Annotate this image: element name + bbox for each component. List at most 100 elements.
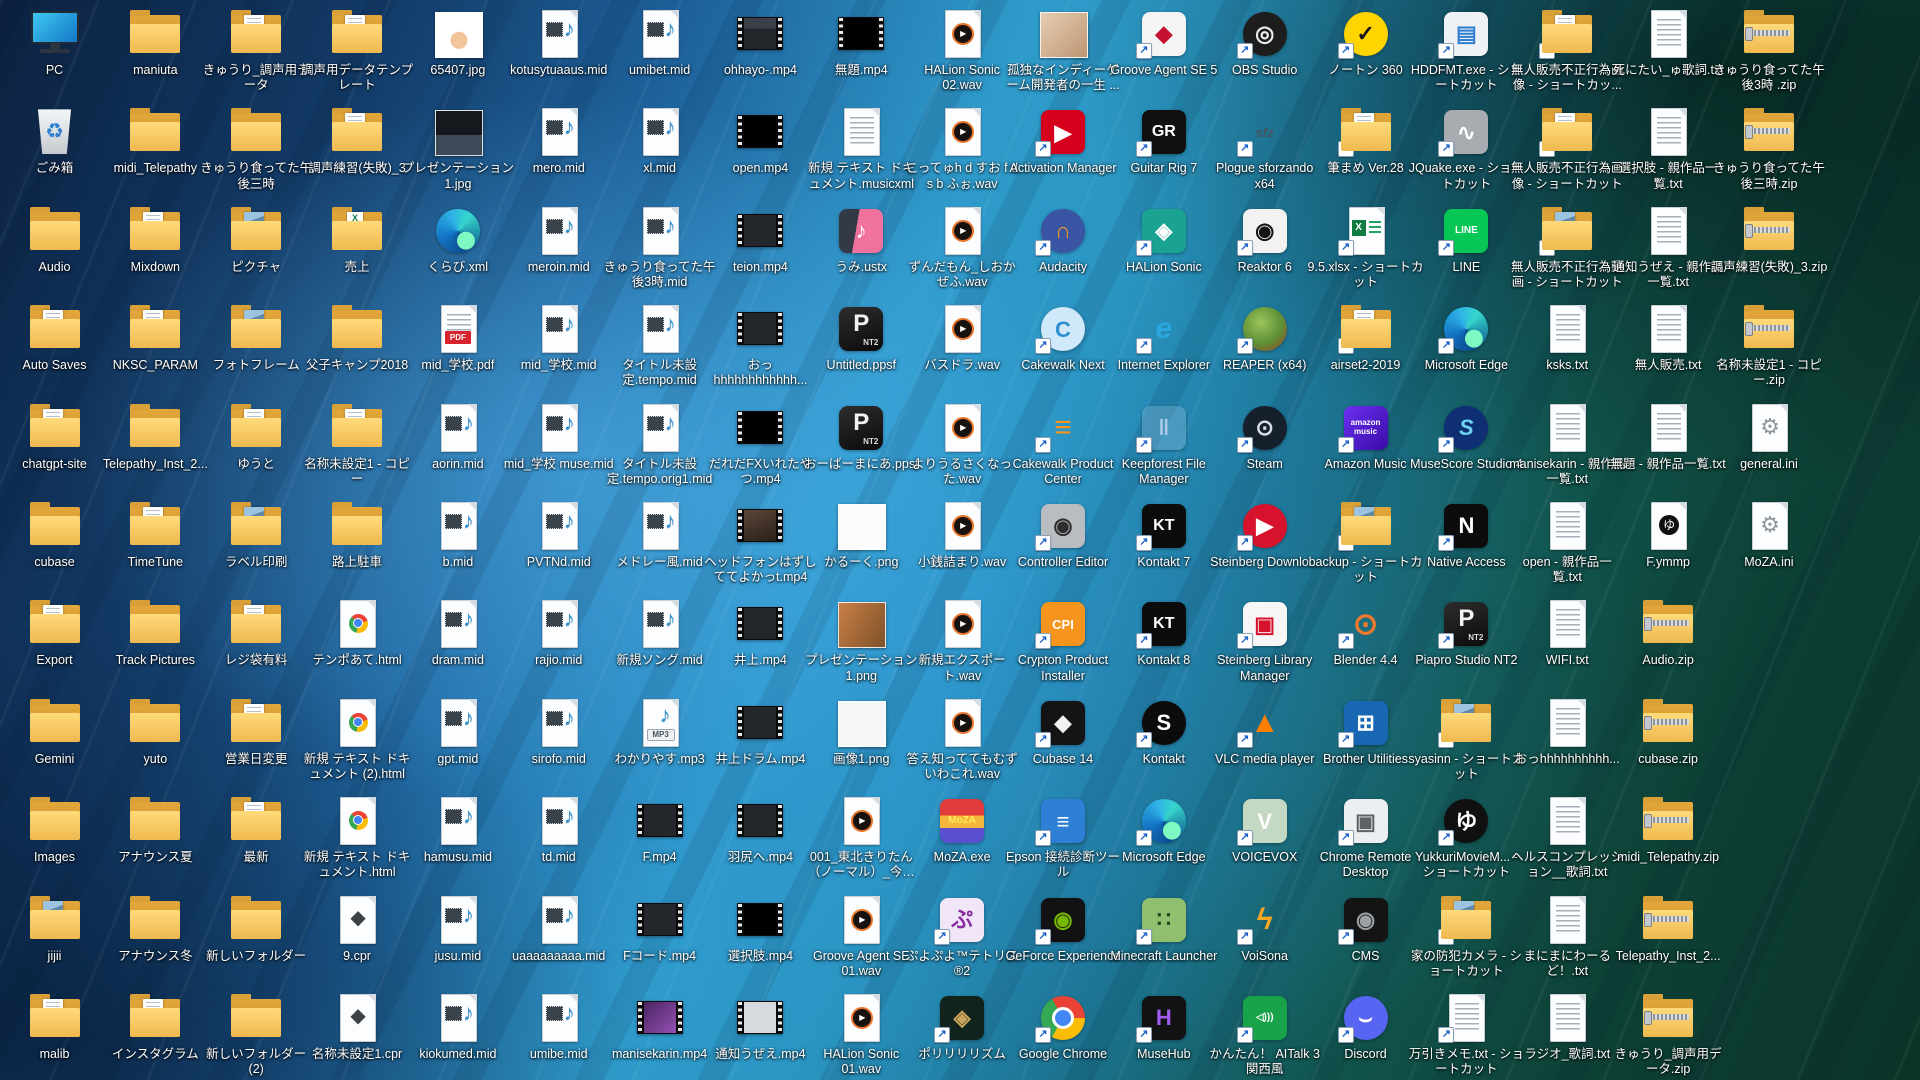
desktop-icon[interactable]: ⊙↗Blender 4.4 [1315, 592, 1416, 668]
desktop-icon[interactable]: ♪PVTNd.mid [508, 494, 609, 570]
desktop-icon[interactable]: manisekarin - 親作品一覧.txt [1517, 396, 1618, 488]
desktop-icon[interactable]: amazon music↗Amazon Music [1315, 396, 1416, 472]
desktop-icon[interactable]: ≡↗Epson 接続診断ツール [1013, 789, 1114, 881]
desktop-icon[interactable]: きゅうり_調声用データ [206, 2, 307, 94]
desktop-icon[interactable]: N↗Native Access [1416, 494, 1517, 570]
desktop-icon[interactable]: ◆↗Cubase 14 [1013, 691, 1114, 767]
desktop-icon[interactable]: ↗万引きメモ.txt - ショートカット [1416, 986, 1517, 1078]
desktop-icon[interactable]: Audio [4, 199, 105, 275]
desktop-icon[interactable]: NKSC_PARAM [105, 297, 206, 373]
desktop-icon[interactable]: くらび.xml [407, 199, 508, 275]
desktop-icon[interactable]: ϟ↗VoiSona [1214, 888, 1315, 964]
desktop-icon[interactable]: malib [4, 986, 105, 1062]
desktop-icon[interactable]: レジ袋有料 [206, 592, 307, 668]
desktop-icon[interactable]: フォトフレーム [206, 297, 307, 373]
desktop-icon[interactable]: ∩↗Audacity [1013, 199, 1114, 275]
desktop-icon[interactable]: e↗Internet Explorer [1113, 297, 1214, 373]
desktop-icon[interactable]: ぷ↗ぷよぷよ™テトリス®2 [912, 888, 1013, 980]
desktop-icon[interactable]: CPI↗Crypton Product Installer [1013, 592, 1114, 684]
desktop-icon[interactable]: ⊙↗Steam [1214, 396, 1315, 472]
desktop-icon[interactable]: ohhayo-.mp4 [710, 2, 811, 78]
desktop-icon[interactable]: Mixdown [105, 199, 206, 275]
desktop-icon[interactable]: midi_Telepathy [105, 100, 206, 176]
desktop-icon[interactable]: 最新 [206, 789, 307, 865]
desktop-icon[interactable]: ♪mid_学校.mid [508, 297, 609, 373]
desktop-icon[interactable]: 無題.mp4 [811, 2, 912, 78]
desktop-icon[interactable]: ⌣↗Discord [1315, 986, 1416, 1062]
desktop-icon[interactable]: maniuta [105, 2, 206, 78]
desktop-icon[interactable]: きゅうり食ってた午後三時 [206, 100, 307, 192]
desktop-icon[interactable]: ♪gpt.mid [407, 691, 508, 767]
desktop-icon[interactable]: 名称未設定1 - コピー.zip [1718, 297, 1819, 389]
desktop-icon[interactable]: ♪umibe.mid [508, 986, 609, 1062]
desktop-icon[interactable]: ♪タイトル未設定.tempo.orig1.mid [609, 396, 710, 488]
desktop-icon[interactable]: ♪mid_学校 muse.mid [508, 396, 609, 472]
desktop-icon[interactable]: ↗Microsoft Edge [1416, 297, 1517, 373]
desktop-icon[interactable]: PC [4, 2, 105, 78]
desktop-icon[interactable]: ♪xl.mid [609, 100, 710, 176]
desktop-icon[interactable]: 無人販売.txt [1618, 297, 1719, 373]
desktop-icon[interactable]: Images [4, 789, 105, 865]
desktop-icon[interactable]: 調声用データテンプレート [307, 2, 408, 94]
desktop-icon[interactable]: Auto Saves [4, 297, 105, 373]
desktop-icon[interactable]: ▶ずんだもん_しおかぜふ.wav [912, 199, 1013, 291]
desktop-icon[interactable]: H↗MuseHub [1113, 986, 1214, 1062]
desktop-icon[interactable]: ゆF.ymmp [1618, 494, 1719, 570]
desktop-icon[interactable]: ↗無人販売不正行為動画 - ショートカット [1517, 199, 1618, 291]
desktop-icon[interactable]: ♪MP3わかりやす.mp3 [609, 691, 710, 767]
desktop-icon[interactable]: 調声練習(失敗)_3.zip [1718, 199, 1819, 275]
desktop-icon[interactable]: 父子キャンプ2018 [307, 297, 408, 373]
desktop-icon[interactable]: ♪新規ソング.mid [609, 592, 710, 668]
desktop-icon[interactable]: インスタグラム [105, 986, 206, 1062]
desktop-icon[interactable]: ピクチャ [206, 199, 307, 275]
desktop-icon[interactable]: 井上.mp4 [710, 592, 811, 668]
desktop-icon[interactable]: X売上 [307, 199, 408, 275]
desktop-icon[interactable]: ◉↗Reaktor 6 [1214, 199, 1315, 275]
desktop-icon[interactable]: ▶小銭詰まり.wav [912, 494, 1013, 570]
desktop-icon[interactable]: S↗MuseScore Studio 4 [1416, 396, 1517, 472]
desktop-icon[interactable]: 画像1.png [811, 691, 912, 767]
desktop-icon[interactable]: ◉↗GeForce Experience [1013, 888, 1114, 964]
desktop-icon[interactable]: プレゼンテーション1.jpg [407, 100, 508, 192]
desktop-icon[interactable]: PDFmid_学校.pdf [407, 297, 508, 373]
desktop-icon[interactable]: ♻ごみ箱 [4, 100, 105, 176]
desktop-icon[interactable]: ヘルスコンプレッション__歌詞.txt [1517, 789, 1618, 881]
desktop-icon[interactable]: ♪aorin.mid [407, 396, 508, 472]
desktop-icon[interactable]: ↗airset2-2019 [1315, 297, 1416, 373]
desktop-icon[interactable]: まにまにわーるど！.txt [1517, 888, 1618, 980]
desktop-icon[interactable]: ∿↗JQuake.exe - ショートカット [1416, 100, 1517, 192]
desktop-icon[interactable]: WIFI.txt [1517, 592, 1618, 668]
desktop-icon[interactable]: KT↗Kontakt 8 [1113, 592, 1214, 668]
desktop-icon[interactable]: ▣↗Steinberg Library Manager [1214, 592, 1315, 684]
desktop-icon[interactable]: ↗Microsoft Edge [1113, 789, 1214, 865]
desktop-icon[interactable]: GR↗Guitar Rig 7 [1113, 100, 1214, 176]
desktop-icon[interactable]: アナウンス冬 [105, 888, 206, 964]
desktop-icon[interactable]: ▶よりうるさくなった.wav [912, 396, 1013, 488]
desktop-icon[interactable]: ◆9.cpr [307, 888, 408, 964]
desktop-icon[interactable]: ◆↗Groove Agent SE 5 [1113, 2, 1214, 78]
desktop-icon[interactable]: ∷↗Minecraft Launcher [1113, 888, 1214, 964]
desktop-icon[interactable]: ◈↗ポリリリリズム [912, 986, 1013, 1062]
desktop-icon[interactable]: 死にたい_ゅ歌詞.txt [1618, 2, 1719, 78]
desktop-icon[interactable]: ♪mero.mid [508, 100, 609, 176]
desktop-icon[interactable]: ▶バスドラ.wav [912, 297, 1013, 373]
desktop-icon[interactable]: S↗Kontakt [1113, 691, 1214, 767]
desktop-icon[interactable]: ♪きゅうり食ってた午後3時.mid [609, 199, 710, 291]
desktop-icon[interactable]: 井上ドラム.mp4 [710, 691, 811, 767]
desktop-icon[interactable]: きゅうり_調声用データ.zip [1618, 986, 1719, 1078]
desktop-icon[interactable]: プレゼンテーション1.png [811, 592, 912, 684]
desktop-icon[interactable]: 孤独なインディーゲーム開発者の一生 ... [1013, 2, 1114, 94]
desktop-icon[interactable]: ↗Google Chrome [1013, 986, 1114, 1062]
desktop-icon[interactable]: きゅうり食ってた午後3時 .zip [1718, 2, 1819, 94]
desktop-icon[interactable]: ↗REAPER (x64) [1214, 297, 1315, 373]
desktop-icon[interactable]: ↗無人販売不正行為画像 - ショートカッ... [1517, 2, 1618, 94]
desktop-icon[interactable]: 名称未設定1 - コピー [307, 396, 408, 488]
desktop-icon[interactable]: 調声練習(失敗)_3 [307, 100, 408, 176]
desktop-icon[interactable]: ▶こってゅh d すお f d s b ふぉ.wav [912, 100, 1013, 192]
desktop-icon[interactable]: open.mp4 [710, 100, 811, 176]
desktop-icon[interactable]: ヘッドフォンはずしててよかっt.mp4 [710, 494, 811, 586]
desktop-icon[interactable]: ♪uaaaaaaaaa.mid [508, 888, 609, 964]
desktop-icon[interactable]: ゆうと [206, 396, 307, 472]
desktop-icon[interactable]: 新しいフォルダー (2) [206, 986, 307, 1078]
desktop-icon[interactable]: 選択肢.mp4 [710, 888, 811, 964]
